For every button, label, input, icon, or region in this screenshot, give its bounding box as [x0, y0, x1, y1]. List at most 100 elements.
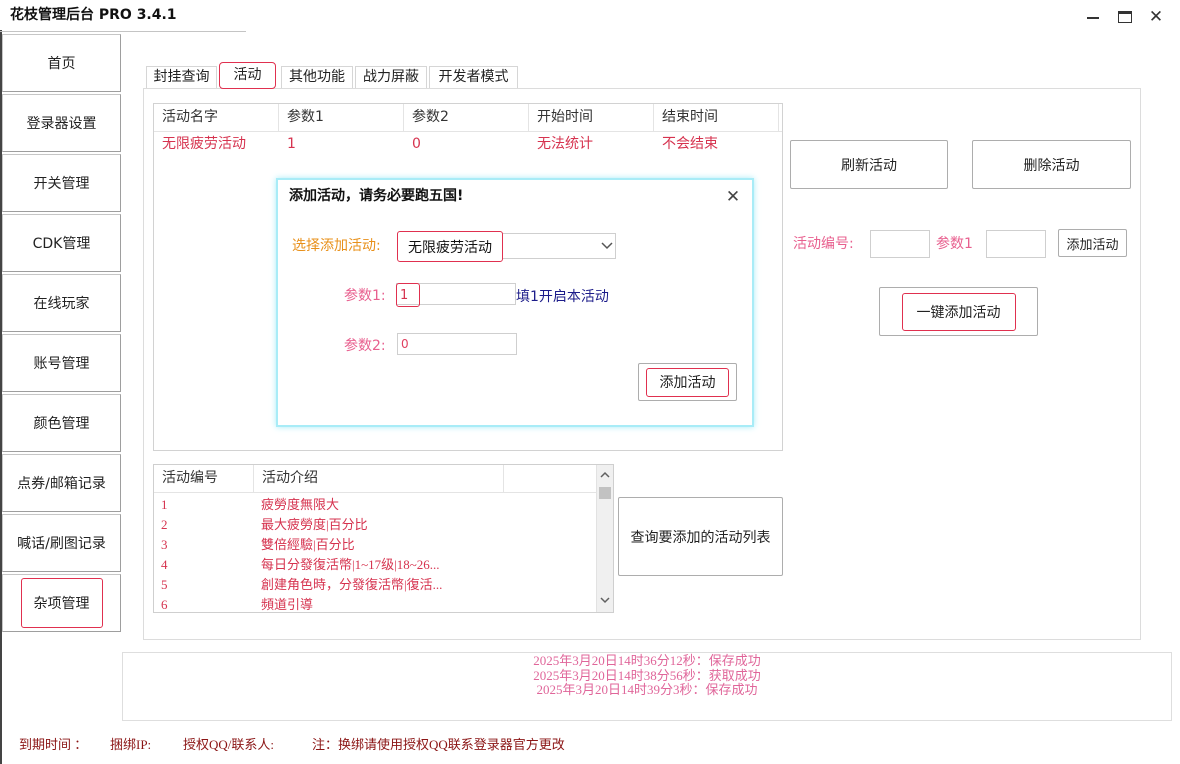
- tab-power-block[interactable]: 战力屏蔽: [355, 66, 427, 89]
- app-title: 花枝管理后台 PRO 3.4.1: [10, 7, 177, 23]
- dialog-param1-label: 参数1:: [344, 288, 386, 304]
- catalog-desc: 創建角色時，分發復活幣|復活...: [261, 577, 443, 592]
- table-cell: 1: [287, 136, 296, 152]
- catalog-id: 2: [161, 517, 168, 532]
- list-item[interactable]: 6 頻道引導: [154, 595, 597, 612]
- column-header[interactable]: 活动名字: [154, 104, 279, 131]
- query-activity-list-button[interactable]: 查询要添加的活动列表: [618, 497, 783, 576]
- button-label: 添加活动: [646, 367, 729, 397]
- table-cell: 不会结束: [662, 136, 718, 152]
- operation-log: 2025年3月20日14时36分12秒：保存成功 2025年3月20日14时38…: [122, 652, 1172, 721]
- tab-developer-mode[interactable]: 开发者模式: [429, 66, 518, 89]
- table-cell: 无限疲劳活动: [162, 136, 246, 152]
- list-item[interactable]: 3 雙倍經驗|百分比: [154, 535, 597, 555]
- chevron-up-icon[interactable]: [597, 467, 613, 483]
- sidebar-item-account-management[interactable]: 账号管理: [2, 334, 121, 392]
- catalog-id: 3: [161, 537, 168, 552]
- list-item[interactable]: 5 創建角色時，分發復活幣|復活...: [154, 575, 597, 595]
- column-header[interactable]: 开始时间: [529, 104, 654, 131]
- maximize-icon[interactable]: [1118, 11, 1132, 23]
- sidebar-item-cdk-management[interactable]: CDK管理: [2, 214, 121, 272]
- sidebar-item-label: 颜色管理: [33, 416, 90, 432]
- activity-catalog-list[interactable]: 活动编号 活动介绍 1 疲勞度無限大 2 最大疲勞度|百分比 3 雙倍經驗|百分比 4…: [153, 464, 614, 613]
- log-line: 2025年3月20日14时39分3秒：保存成功: [536, 682, 758, 697]
- catalog-desc: 疲勞度無限大: [261, 497, 340, 512]
- sidebar-item-label: CDK管理: [32, 236, 91, 252]
- sidebar-item-label: 开关管理: [33, 176, 90, 192]
- tab-cheat-query[interactable]: 封挂查询: [146, 66, 217, 89]
- catalog-rows: 1 疲勞度無限大 2 最大疲勞度|百分比 3 雙倍經驗|百分比 4 每日分發復活幣|1~…: [154, 495, 597, 612]
- catalog-id: 1: [161, 497, 168, 512]
- list-item[interactable]: 4 每日分發復活幣|1~17级|18~26...: [154, 555, 597, 575]
- column-header[interactable]: 参数2: [404, 104, 529, 131]
- param1-input[interactable]: [986, 230, 1046, 258]
- column-header-empty[interactable]: [504, 465, 597, 492]
- sidebar-item-label: 杂项管理: [20, 578, 103, 628]
- catalog-desc: 每日分發復活幣|1~17级|18~26...: [261, 557, 440, 572]
- sidebar-item-label: 账号管理: [33, 356, 90, 372]
- sidebar-item-coupon-mail-records[interactable]: 点券/邮箱记录: [2, 454, 121, 512]
- log-line: 2025年3月20日14时38分56秒：获取成功: [533, 667, 761, 683]
- scrollbar-thumb[interactable]: [599, 487, 611, 499]
- sidebar-item-launcher-settings[interactable]: 登录器设置: [2, 94, 121, 152]
- auth-contact-label: 授权QQ/联系人:: [183, 737, 275, 752]
- rebind-note: 注：换绑请使用授权QQ联系登录器官方更改: [312, 737, 565, 752]
- minimize-icon[interactable]: [1086, 10, 1100, 24]
- input-value: 1: [396, 283, 420, 307]
- param1-label: 参数1: [936, 236, 973, 252]
- chevron-down-icon: [601, 242, 613, 250]
- add-activity-button[interactable]: 添加活动: [1058, 229, 1127, 257]
- sidebar-item-label: 点券/邮箱记录: [17, 476, 106, 492]
- activity-select[interactable]: 无限疲劳活动: [397, 231, 616, 262]
- dialog-param2-label: 参数2:: [344, 338, 386, 354]
- select-value: 无限疲劳活动: [397, 231, 503, 262]
- list-item[interactable]: 1 疲勞度無限大: [154, 495, 597, 515]
- column-header[interactable]: 活动介绍: [254, 465, 504, 492]
- sidebar-item-label: 登录器设置: [26, 116, 97, 132]
- refresh-activities-button[interactable]: 刷新活动: [790, 140, 948, 189]
- close-icon[interactable]: ✕: [724, 187, 742, 207]
- input-value: 0: [401, 337, 409, 351]
- dialog-add-activity-button[interactable]: 添加活动: [638, 363, 737, 401]
- close-icon[interactable]: ✕: [1147, 6, 1165, 28]
- column-header[interactable]: 结束时间: [654, 104, 779, 131]
- catalog-desc: 雙倍經驗|百分比: [261, 537, 355, 552]
- activity-id-input[interactable]: [870, 230, 930, 258]
- sidebar-item-misc-management[interactable]: 杂项管理: [2, 574, 121, 632]
- table-cell: 0: [412, 136, 421, 152]
- vertical-scrollbar[interactable]: [596, 465, 613, 612]
- param1-hint: 填1开启本活动: [516, 289, 609, 305]
- one-click-add-activity-button[interactable]: 一键添加活动: [879, 287, 1038, 336]
- list-item[interactable]: 2 最大疲勞度|百分比: [154, 515, 597, 535]
- sidebar-item-label: 喊话/刷图记录: [17, 536, 106, 552]
- column-header[interactable]: 参数1: [279, 104, 404, 131]
- button-label: 一键添加活动: [901, 292, 1016, 331]
- table-row[interactable]: 无限疲劳活动 1 0 无法统计 不会结束: [154, 133, 779, 155]
- dialog-param2-input[interactable]: 0: [397, 333, 517, 355]
- catalog-desc: 最大疲勞度|百分比: [261, 517, 368, 532]
- add-activity-dialog: 添加活动，请务必要跑五国! ✕ 选择添加活动: 无限疲劳活动 参数1: 1 填1…: [276, 178, 754, 427]
- select-activity-label: 选择添加活动:: [292, 238, 381, 254]
- tab-other-functions[interactable]: 其他功能: [281, 66, 353, 89]
- catalog-desc: 頻道引導: [261, 597, 314, 612]
- sidebar-item-label: 在线玩家: [33, 296, 90, 312]
- activity-id-label: 活动编号:: [793, 236, 854, 252]
- catalog-id: 4: [161, 557, 168, 572]
- dialog-title: 添加活动，请务必要跑五国!: [289, 188, 464, 204]
- bound-ip-label: 捆绑IP:: [110, 737, 152, 752]
- sidebar-item-shout-dungeon-records[interactable]: 喊话/刷图记录: [2, 514, 121, 572]
- catalog-id: 6: [161, 597, 168, 612]
- tab-activity[interactable]: 活动: [219, 62, 276, 89]
- catalog-header: 活动编号 活动介绍: [154, 465, 597, 493]
- activity-table-header: 活动名字 参数1 参数2 开始时间 结束时间: [154, 104, 782, 132]
- dialog-param1-input[interactable]: 1: [396, 283, 516, 307]
- sidebar-item-home[interactable]: 首页: [2, 34, 121, 92]
- delete-activity-button[interactable]: 删除活动: [972, 140, 1131, 189]
- sidebar-item-switch-management[interactable]: 开关管理: [2, 154, 121, 212]
- column-header[interactable]: 活动编号: [154, 465, 254, 492]
- sidebar-item-color-management[interactable]: 颜色管理: [2, 394, 121, 452]
- chevron-down-icon[interactable]: [597, 592, 613, 608]
- table-cell: 无法统计: [537, 136, 593, 152]
- sidebar-item-label: 首页: [47, 56, 76, 72]
- sidebar-item-online-players[interactable]: 在线玩家: [2, 274, 121, 332]
